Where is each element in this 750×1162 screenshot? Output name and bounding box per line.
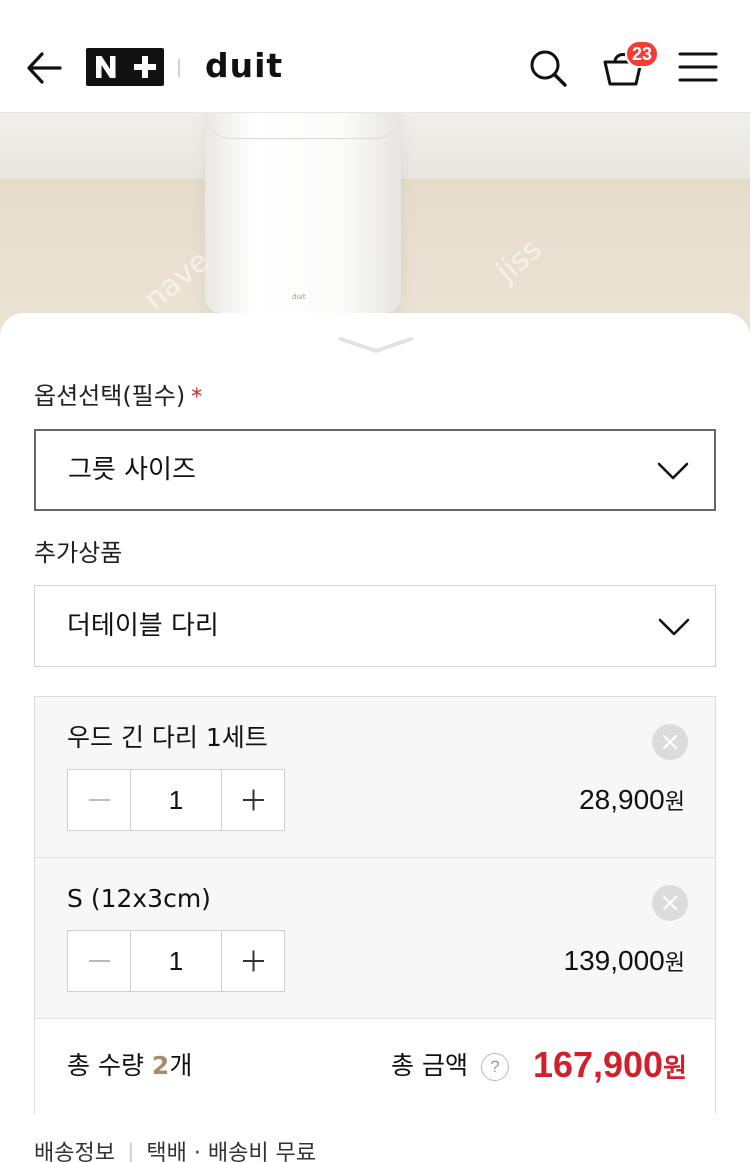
quantity-stepper: 1 (67, 930, 285, 992)
total-quantity-value: 2 (151, 1051, 170, 1080)
item-price: 139,000원 (564, 943, 685, 982)
list-item: 우드 긴 다리 1세트 1 28,900원 (35, 697, 715, 857)
total-price: 167,900원 (533, 1043, 687, 1091)
delivery-info: 배송정보 | 택배 · 배송비 무료 (34, 1139, 316, 1162)
increase-quantity-button[interactable] (221, 931, 284, 991)
total-quantity: 총 수량 2개 (67, 1049, 192, 1083)
currency-unit: 원 (663, 1054, 687, 1084)
close-icon[interactable] (652, 724, 688, 760)
option-bottom-sheet: 옵션선택(필수) * 그릇 사이즈 추가상품 더테이블 다리 우드 긴 다리 1세… (0, 313, 750, 1162)
total-quantity-unit: 개 (169, 1051, 193, 1080)
back-arrow-icon[interactable] (22, 46, 66, 90)
extra-product-select[interactable]: 더테이블 다리 (34, 585, 716, 667)
decrease-quantity-button[interactable] (68, 931, 131, 991)
order-total-row: 총 수량 2개 총 금액 ? 167,900원 (35, 1018, 715, 1114)
item-name: S (12x3cm) (67, 884, 211, 913)
top-header: duit 23 (0, 0, 750, 113)
currency-unit: 원 (664, 790, 685, 815)
product-bin-photo (205, 113, 401, 313)
required-mark: * (191, 385, 203, 410)
close-icon[interactable] (652, 885, 688, 921)
brand-name[interactable]: duit (205, 46, 283, 86)
quantity-stepper: 1 (67, 769, 285, 831)
delivery-label: 배송정보 (34, 1141, 115, 1162)
cart-count-badge: 23 (625, 40, 660, 68)
required-option-label: 옵션선택(필수) * (34, 381, 202, 413)
extra-select-value: 더테이블 다리 (67, 611, 219, 641)
list-item: S (12x3cm) 1 139,000원 (35, 857, 715, 1017)
total-quantity-label: 총 수량 (67, 1051, 152, 1080)
item-price-value: 28,900 (579, 784, 665, 815)
delivery-method: 택배 (146, 1141, 187, 1162)
option-select[interactable]: 그릇 사이즈 (34, 429, 716, 511)
selected-items-box: 우드 긴 다리 1세트 1 28,900원 S (12x3cm) 1 139,0… (34, 696, 716, 1114)
delivery-fee: 배송비 무료 (207, 1141, 317, 1162)
chevron-down-icon (656, 461, 690, 481)
nplus-logo[interactable] (86, 48, 164, 86)
decrease-quantity-button[interactable] (68, 770, 131, 830)
extra-product-label: 추가상품 (34, 539, 123, 567)
logo-divider (178, 59, 180, 77)
total-amount-label: 총 금액 (391, 1051, 468, 1080)
quantity-value[interactable]: 1 (131, 931, 221, 991)
menu-icon[interactable] (676, 48, 720, 88)
product-image: duit nave jiss (0, 113, 750, 343)
increase-quantity-button[interactable] (221, 770, 284, 830)
total-price-value: 167,900 (532, 1044, 664, 1085)
sheet-collapse-handle[interactable] (337, 333, 415, 357)
help-icon[interactable]: ? (481, 1053, 509, 1081)
item-price: 28,900원 (579, 782, 685, 821)
chevron-down-icon (657, 617, 691, 637)
required-option-text: 옵션선택(필수) (34, 382, 186, 410)
currency-unit: 원 (664, 951, 685, 976)
search-icon[interactable] (526, 46, 570, 90)
option-select-value: 그릇 사이즈 (68, 455, 196, 485)
quantity-value[interactable]: 1 (131, 770, 221, 830)
item-price-value: 139,000 (563, 945, 665, 976)
item-name: 우드 긴 다리 1세트 (67, 723, 268, 752)
